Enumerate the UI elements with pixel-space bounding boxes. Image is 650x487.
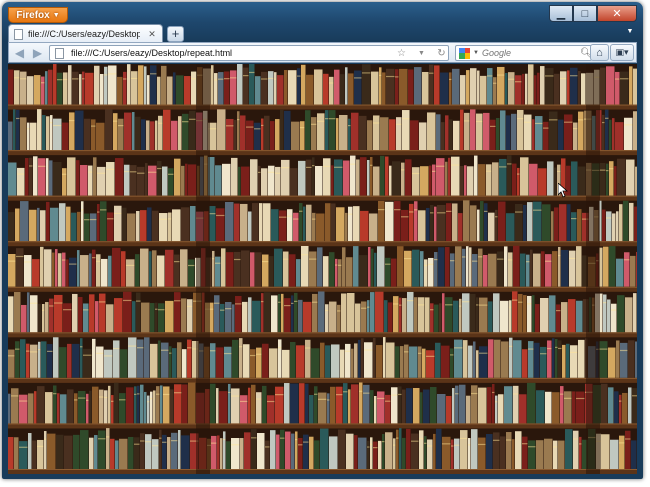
bookmarks-icon: ▣▾	[615, 47, 629, 57]
back-arrow-icon[interactable]: ◀	[12, 45, 27, 60]
home-button[interactable]: ⌂	[590, 44, 609, 61]
browser-window: Firefox ▼ ▁ □ ✕ file:///C:/Users/eazy/De…	[2, 2, 643, 479]
firefox-menu-button[interactable]: Firefox ▼	[8, 7, 68, 23]
site-identity-icon[interactable]	[55, 47, 64, 59]
search-input[interactable]	[481, 48, 577, 58]
url-text: file:///C:/Users/eazy/Desktop/repeat.htm…	[71, 48, 233, 58]
tab-repeat-html[interactable]: file:///C:/Users/eazy/Desktop/repeat.htm…	[8, 24, 163, 43]
home-icon: ⌂	[596, 46, 603, 59]
window-caption-buttons: ▁ □ ✕	[549, 5, 637, 22]
firefox-menu-label: Firefox	[16, 9, 50, 21]
search-bar[interactable]: ▼ 🔍︎	[455, 45, 593, 61]
minimize-button[interactable]: ▁	[549, 5, 573, 22]
history-dropdown-icon[interactable]: ▼	[415, 50, 428, 57]
tab-title: file:///C:/Users/eazy/Desktop/repeat.htm…	[28, 29, 140, 39]
tab-close-icon[interactable]: ✕	[145, 27, 159, 41]
page-icon	[14, 28, 23, 40]
google-engine-icon[interactable]	[459, 47, 470, 59]
list-all-tabs-icon[interactable]: ▼	[625, 28, 635, 40]
close-button[interactable]: ✕	[597, 5, 637, 22]
url-bar[interactable]: file:///C:/Users/eazy/Desktop/repeat.htm…	[49, 45, 449, 61]
bookmarks-menu-button[interactable]: ▣▾	[610, 44, 634, 61]
page-content	[8, 64, 637, 474]
bookmark-star-icon[interactable]: ☆	[395, 48, 408, 59]
maximize-button[interactable]: □	[573, 5, 597, 22]
new-tab-button[interactable]: +	[167, 26, 184, 42]
mouse-cursor-icon	[558, 183, 568, 198]
chevron-down-icon: ▼	[52, 11, 60, 19]
reload-icon[interactable]: ↻	[435, 48, 448, 59]
forward-arrow-icon[interactable]: ▶	[30, 45, 45, 60]
navigation-toolbar: ◀ ▶ file:///C:/Users/eazy/Desktop/repeat…	[8, 42, 637, 63]
bookshelf-wallpaper-image	[8, 64, 637, 474]
search-engine-dropdown-icon[interactable]: ▼	[473, 50, 479, 56]
tab-bar: file:///C:/Users/eazy/Desktop/repeat.htm…	[8, 24, 637, 43]
